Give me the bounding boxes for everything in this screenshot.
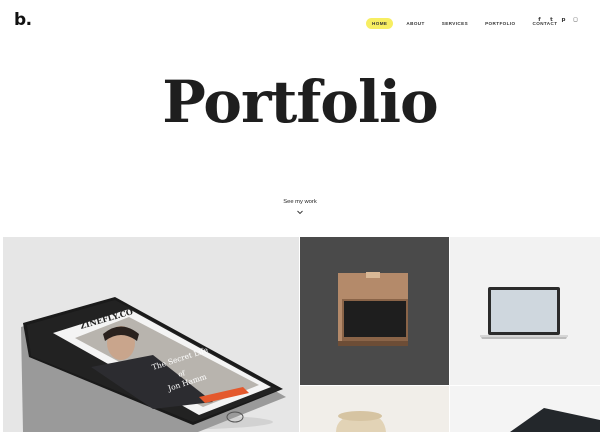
nav-services[interactable]: SERVICES [442,21,468,26]
pinterest-icon[interactable]: p [561,17,566,23]
laptop-image [480,287,568,339]
phone-mockup-image: ZINEFLY.CO The Secret Life of Jon Hamm [21,297,286,432]
portfolio-item-laptop[interactable] [450,237,600,385]
nav-portfolio[interactable]: PORTFOLIO [485,21,515,26]
page-title: Portfolio [162,68,438,136]
instagram-icon[interactable]: ◻ [573,17,578,23]
chevron-down-icon[interactable] [296,210,304,215]
nav-about[interactable]: ABOUT [406,21,424,26]
portfolio-grid: ZINEFLY.CO The Secret Life of Jon Hamm [0,237,600,432]
logo[interactable]: b. [14,10,32,30]
social-links: f t p ◻ [537,17,578,23]
dark-object-image [510,408,600,432]
chair-image [336,411,386,432]
portfolio-item-phone[interactable]: ZINEFLY.CO The Secret Life of Jon Hamm [3,237,299,432]
portfolio-item-card-box[interactable] [300,237,449,385]
see-my-work-link[interactable]: See my work [0,199,600,205]
twitter-icon[interactable]: t [549,17,554,23]
card-box-image [338,272,408,346]
portfolio-item-chair[interactable] [300,386,449,432]
portfolio-item-dark-object[interactable] [450,386,600,432]
nav-home[interactable]: HOME [366,18,394,29]
facebook-icon[interactable]: f [537,17,542,23]
